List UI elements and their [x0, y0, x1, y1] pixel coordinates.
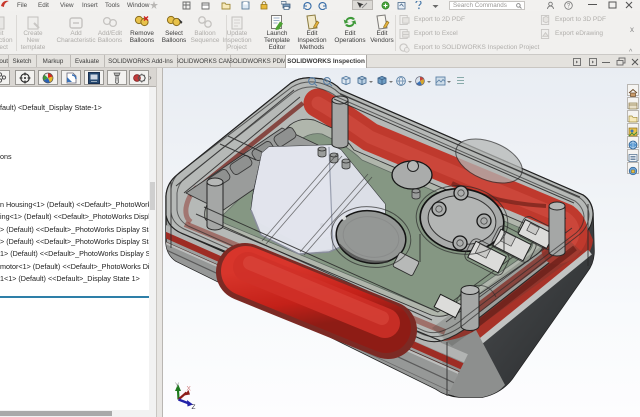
- svg-text:Y: Y: [175, 382, 180, 389]
- svg-text:X: X: [187, 386, 192, 393]
- svg-text:Z: Z: [192, 404, 196, 411]
